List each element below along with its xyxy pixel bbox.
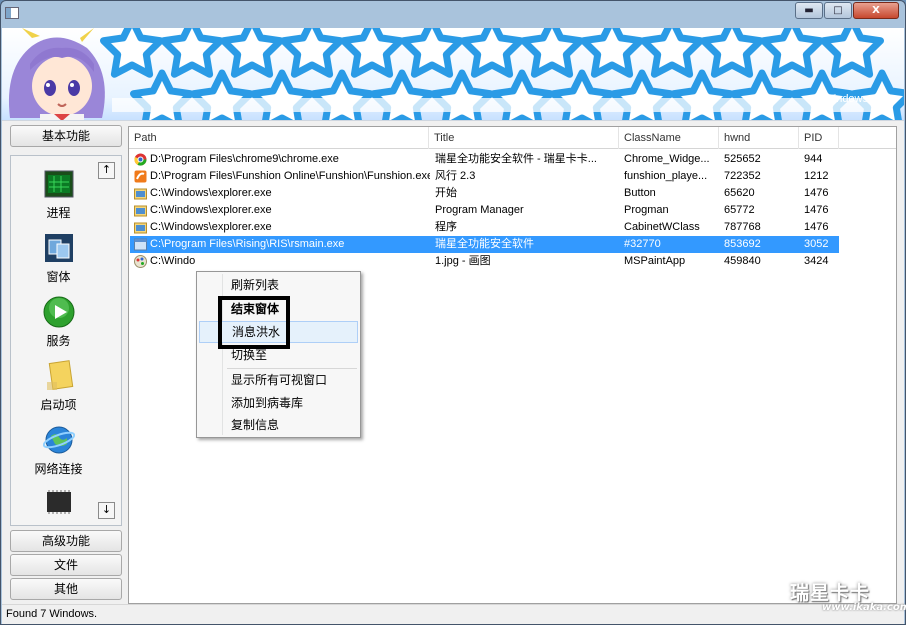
status-bar: Found 7 Windows. <box>2 604 904 624</box>
cell-classname: Chrome_Widge... <box>624 153 710 165</box>
column-header-hwnd[interactable]: hwnd <box>719 127 799 149</box>
nav-item-windows[interactable]: 窗体 <box>11 232 106 285</box>
cell-classname: CabinetWClass <box>624 221 700 233</box>
nav-item-hardware[interactable] <box>11 486 106 522</box>
cell-title: 1.jpg - 画图 <box>435 255 491 267</box>
maximize-button[interactable]: □ <box>824 2 852 19</box>
status-text: Found 7 Windows. <box>6 608 98 620</box>
cell-path: D:\Program Files\Funshion Online\Funshio… <box>150 170 430 182</box>
column-header-classname[interactable]: ClassName <box>619 127 719 149</box>
close-button[interactable]: X <box>853 2 899 19</box>
title-bar[interactable]: ▬ □ X <box>1 1 905 27</box>
paint-icon <box>134 255 147 268</box>
banner-caption: Windows <box>823 93 868 105</box>
watermark: 瑞星卡卡 www.ikaka.com <box>772 576 906 624</box>
startup-note-icon <box>46 360 73 390</box>
table-row[interactable]: C:\Windows\explorer.exe 程序 CabinetWClass 78… <box>130 219 839 236</box>
cell-pid: 1476 <box>804 221 829 233</box>
network-globe-icon <box>42 426 75 454</box>
cell-title: 程序 <box>435 221 457 233</box>
table-row[interactable]: C:\Program Files\Rising\RIS\rsmain.exe 瑞星… <box>130 236 839 253</box>
play-service-icon <box>43 296 74 328</box>
list-header: Path Title ClassName hwnd PID <box>129 127 896 149</box>
cell-path: C:\Windows\explorer.exe <box>150 204 272 216</box>
menu-item-add-virus-db[interactable]: 添加到病毒库 <box>199 392 358 414</box>
nav-advanced-button[interactable]: 高级功能 <box>10 530 122 552</box>
nav-item-services[interactable]: 服务 <box>11 296 106 349</box>
cell-path: C:\Windows\explorer.exe <box>150 221 272 233</box>
cell-title: 瑞星全功能安全软件 - 瑞星卡卡... <box>435 153 597 165</box>
cell-title: 开始 <box>435 187 457 199</box>
watermark-url: www.ikaka.com <box>822 602 906 613</box>
app-window: ▬ □ X Windows 基本功能 ↑ 进程 窗体 服务 启动项 网络连接 ↓… <box>0 0 906 625</box>
banner: Windows <box>2 28 904 121</box>
nav-basic-button[interactable]: 基本功能 <box>10 125 122 147</box>
table-row[interactable]: D:\Program Files\chrome9\chrome.exe 瑞星全功能… <box>130 151 839 168</box>
cell-pid: 944 <box>804 153 823 165</box>
cell-classname: Progman <box>624 204 669 216</box>
menu-item-copy-info[interactable]: 复制信息 <box>199 414 358 436</box>
funshion-icon <box>134 170 147 183</box>
cell-classname: Button <box>624 187 656 199</box>
cell-hwnd: 853692 <box>724 238 761 250</box>
nav-item-label: 服务 <box>46 334 71 348</box>
nav-panel: ↑ 进程 窗体 服务 启动项 网络连接 ↓ <box>10 155 122 526</box>
cell-classname: MSPaintApp <box>624 255 686 267</box>
cell-path: C:\Windows\explorer.exe <box>150 187 272 199</box>
folder-icon <box>134 188 147 200</box>
minimize-button[interactable]: ▬ <box>795 2 823 19</box>
app-icon <box>5 7 19 19</box>
nav-item-process[interactable]: 进程 <box>11 168 106 221</box>
highlight-frame <box>218 296 290 349</box>
cell-hwnd: 65620 <box>724 187 755 199</box>
hardware-chip-icon <box>46 490 71 514</box>
table-row[interactable]: C:\Windows\explorer.exe 开始 Button 65620 1476 <box>130 185 839 202</box>
table-row[interactable]: C:\Windows\explorer.exe Program Manager Pr… <box>130 202 839 219</box>
sidebar: 基本功能 ↑ 进程 窗体 服务 启动项 网络连接 ↓ 高级功能 文件 其他 <box>2 121 128 604</box>
menu-item-refresh[interactable]: 刷新列表 <box>199 274 358 296</box>
chrome-icon <box>134 153 147 166</box>
menu-item-show-visible[interactable]: 显示所有可视窗口 <box>199 369 358 391</box>
cell-title: 风行 2.3 <box>435 170 476 182</box>
folder-icon <box>134 205 147 217</box>
cell-hwnd: 722352 <box>724 170 761 182</box>
table-row[interactable]: C:\Windo 1.jpg - 画图 MSPaintApp 459840 3424 <box>130 253 839 270</box>
nav-item-label: 窗体 <box>46 270 71 284</box>
nav-item-label: 网络连接 <box>34 462 83 476</box>
nav-item-label: 进程 <box>46 206 71 220</box>
cell-hwnd: 525652 <box>724 153 761 165</box>
cell-pid: 3052 <box>804 238 829 250</box>
cell-title: 瑞星全功能安全软件 <box>435 238 534 250</box>
client-area: Windows 基本功能 ↑ 进程 窗体 服务 启动项 网络连接 ↓ 高级功能 … <box>2 28 906 624</box>
nav-files-button[interactable]: 文件 <box>10 554 122 576</box>
process-chip-icon <box>44 170 73 198</box>
cell-classname: funshion_playe... <box>624 170 708 182</box>
nav-other-button[interactable]: 其他 <box>10 578 122 600</box>
cell-hwnd: 65772 <box>724 204 755 216</box>
window-icon <box>134 238 147 251</box>
star-pattern-image <box>2 28 904 120</box>
column-header-pid[interactable]: PID <box>799 127 839 149</box>
nav-item-label: 启动项 <box>40 398 77 412</box>
watermark-brand: 瑞星卡卡 <box>790 582 871 604</box>
cell-path: C:\Windo <box>150 255 196 267</box>
cell-pid: 1476 <box>804 187 829 199</box>
cell-pid: 1212 <box>804 170 829 182</box>
windows-icon <box>44 234 73 262</box>
cell-hwnd: 459840 <box>724 255 761 267</box>
cell-pid: 1476 <box>804 204 829 216</box>
table-row[interactable]: D:\Program Files\Funshion Online\Funshio… <box>130 168 839 185</box>
cell-path: C:\Program Files\Rising\RIS\rsmain.exe <box>150 238 345 250</box>
cell-path: D:\Program Files\chrome9\chrome.exe <box>150 153 339 165</box>
nav-item-startup[interactable]: 启动项 <box>11 360 106 413</box>
folder-icon <box>134 222 147 234</box>
cell-pid: 3424 <box>804 255 829 267</box>
nav-item-network[interactable]: 网络连接 <box>11 424 106 477</box>
cell-title: Program Manager <box>435 204 524 216</box>
cell-classname: #32770 <box>624 238 661 250</box>
column-header-path[interactable]: Path <box>129 127 429 149</box>
cell-hwnd: 787768 <box>724 221 761 233</box>
column-header-title[interactable]: Title <box>429 127 619 149</box>
scroll-down-button[interactable]: ↓ <box>98 502 115 519</box>
